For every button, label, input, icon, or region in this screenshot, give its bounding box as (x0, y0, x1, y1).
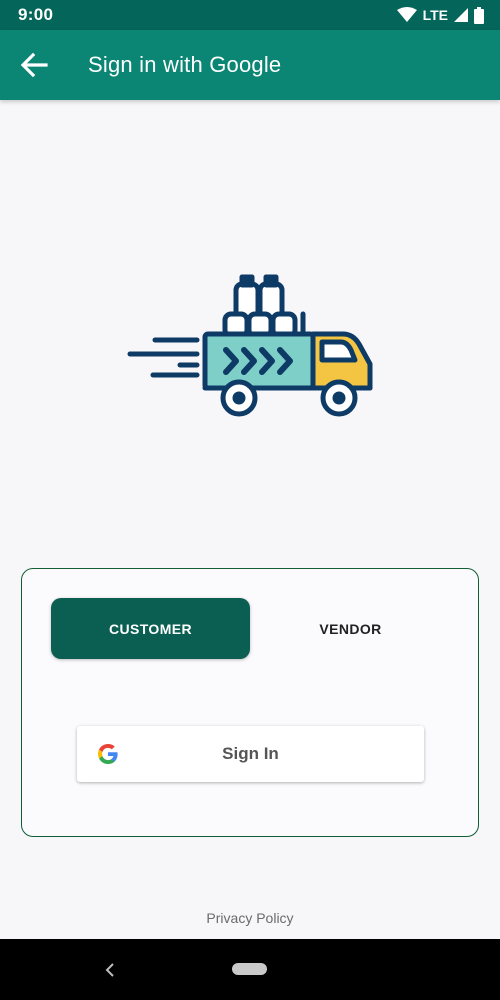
arrow-left-icon (20, 52, 48, 78)
battery-icon (474, 6, 484, 24)
delivery-truck-illustration (125, 272, 377, 422)
status-bar: 9:00 LTE (0, 0, 500, 30)
status-time: 9:00 (18, 5, 54, 24)
back-button[interactable] (0, 30, 68, 100)
google-g-icon (98, 744, 118, 764)
page-title: Sign in with Google (88, 52, 282, 77)
system-nav-bar (0, 939, 500, 1000)
delivery-truck-icon (127, 274, 373, 417)
google-sign-in-button[interactable]: Sign In (77, 726, 424, 782)
tab-vendor[interactable]: VENDOR (251, 598, 450, 659)
tab-customer[interactable]: CUSTOMER (51, 598, 250, 659)
app-bar: Sign in with Google (0, 30, 500, 100)
nav-home-pill[interactable] (232, 963, 267, 975)
nav-back-icon (105, 963, 114, 977)
network-type: LTE (422, 7, 448, 23)
status-icons: LTE (396, 6, 484, 24)
signal-icon (454, 8, 468, 22)
google-sign-in-label: Sign In (222, 744, 279, 763)
privacy-policy-link[interactable]: Privacy Policy (0, 910, 500, 926)
sign-in-card: CUSTOMER VENDOR Sign In (21, 568, 479, 837)
wifi-icon (396, 7, 417, 22)
nav-back-button[interactable] (100, 960, 120, 980)
